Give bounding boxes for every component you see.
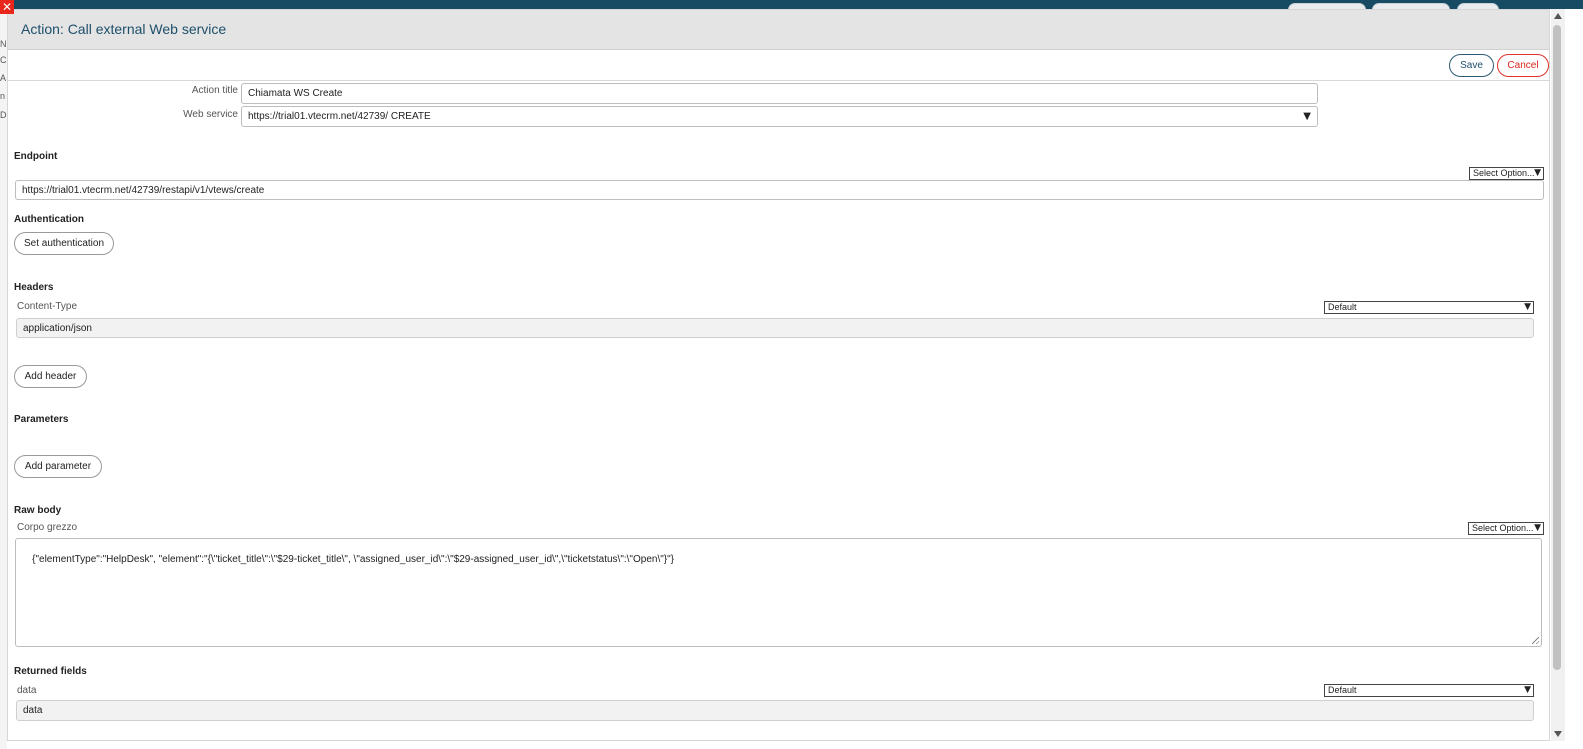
background-left-strip: N C A n D bbox=[0, 9, 7, 749]
raw-body-label: Corpo grezzo bbox=[17, 522, 78, 533]
resize-handle-icon[interactable] bbox=[1532, 637, 1539, 644]
chevron-down-icon: ▼ bbox=[1524, 685, 1531, 695]
close-icon[interactable]: ✕ bbox=[0, 0, 14, 14]
add-header-button[interactable]: Add header bbox=[14, 365, 87, 388]
raw-body-select-label: Select Option... bbox=[1472, 523, 1534, 533]
authentication-title: Authentication bbox=[14, 214, 84, 225]
scroll-down-icon[interactable] bbox=[1554, 731, 1562, 737]
returned-field-mode-label: Default bbox=[1328, 685, 1357, 695]
save-button[interactable]: Save bbox=[1449, 54, 1494, 77]
web-service-action-dialog: Action: Call external Web service Save C… bbox=[7, 9, 1550, 741]
endpoint-select-label: Select Option... bbox=[1473, 168, 1535, 178]
web-service-label: Web service bbox=[183, 109, 238, 120]
endpoint-variable-select[interactable]: Select Option... ▼ bbox=[1469, 167, 1544, 180]
set-authentication-button[interactable]: Set authentication bbox=[14, 232, 114, 255]
web-service-selected: https://trial01.vtecrm.net/42739/ CREATE bbox=[248, 111, 431, 122]
cancel-button[interactable]: Cancel bbox=[1497, 54, 1549, 77]
returned-fields-title: Returned fields bbox=[14, 666, 87, 677]
parameters-title: Parameters bbox=[14, 414, 69, 425]
add-parameter-button[interactable]: Add parameter bbox=[14, 455, 102, 478]
header-name-label: Content-Type bbox=[17, 301, 78, 312]
chevron-down-icon: ▼ bbox=[1524, 302, 1531, 312]
endpoint-url-input[interactable]: https://trial01.vtecrm.net/42739/restapi… bbox=[15, 180, 1544, 200]
chevron-down-icon: ▼ bbox=[1303, 111, 1311, 122]
scrollbar-thumb[interactable] bbox=[1553, 25, 1561, 670]
dialog-title: Action: Call external Web service bbox=[21, 21, 227, 37]
background-top-bar bbox=[0, 0, 1583, 17]
action-title-input[interactable]: Chiamata WS Create bbox=[241, 83, 1318, 104]
chevron-down-icon: ▼ bbox=[1534, 523, 1541, 533]
background-letter: A bbox=[0, 73, 7, 83]
background-letter: C bbox=[0, 55, 7, 65]
returned-field-name: data bbox=[17, 685, 37, 696]
vertical-scrollbar[interactable] bbox=[1551, 9, 1565, 741]
chevron-down-icon: ▼ bbox=[1534, 168, 1541, 178]
background-letter: D bbox=[0, 110, 7, 120]
raw-body-text: {"elementType":"HelpDesk", "element":"{\… bbox=[32, 554, 674, 565]
returned-field-mode-select[interactable]: Default ▼ bbox=[1324, 684, 1534, 697]
raw-body-textarea[interactable]: {"elementType":"HelpDesk", "element":"{\… bbox=[15, 538, 1542, 647]
action-title-label: Action title bbox=[191, 85, 238, 96]
toolbar-divider bbox=[8, 80, 1549, 81]
returned-field-value[interactable]: data bbox=[16, 700, 1534, 721]
header-value-field[interactable]: application/json bbox=[16, 318, 1534, 338]
dialog-header: Action: Call external Web service bbox=[8, 10, 1549, 50]
raw-body-variable-select[interactable]: Select Option... ▼ bbox=[1468, 522, 1544, 535]
header-mode-label: Default bbox=[1328, 302, 1357, 312]
header-mode-select[interactable]: Default ▼ bbox=[1324, 301, 1534, 314]
endpoint-title: Endpoint bbox=[14, 151, 58, 162]
web-service-select[interactable]: https://trial01.vtecrm.net/42739/ CREATE… bbox=[241, 106, 1318, 127]
background-letter: n bbox=[0, 91, 6, 101]
raw-body-title: Raw body bbox=[14, 505, 62, 516]
background-letter: N bbox=[0, 39, 7, 49]
headers-title: Headers bbox=[14, 282, 54, 293]
scroll-up-icon[interactable] bbox=[1554, 13, 1562, 19]
